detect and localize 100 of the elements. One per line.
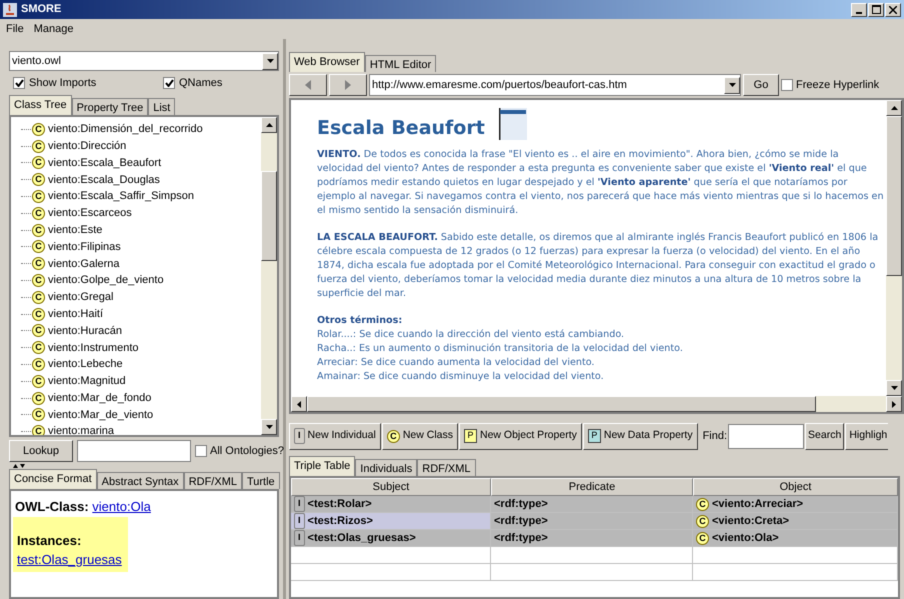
search-button[interactable]: Search	[805, 422, 844, 450]
empty-table-cell[interactable]	[693, 547, 898, 564]
property-icon: P	[464, 429, 477, 443]
term-definition: Rolar....: Se dice cuando la dirección del viento está cambiando.	[317, 328, 626, 342]
splitter-arrows-icon[interactable]	[13, 464, 25, 468]
lookup-field[interactable]	[77, 440, 191, 462]
table-cell-text: <viento:Arreciar>	[712, 496, 804, 512]
individual-icon: I	[294, 513, 305, 529]
tab[interactable]: Web Browser	[289, 52, 365, 72]
tree-item[interactable]: viento:Galerna	[48, 256, 120, 272]
tab[interactable]: Concise Format	[9, 469, 97, 489]
column-header[interactable]: Predicate	[491, 478, 693, 496]
tree-item[interactable]: viento:Este	[48, 222, 102, 238]
class-icon: C	[32, 257, 45, 270]
vertical-scrollbar[interactable]	[261, 117, 277, 435]
empty-table-cell[interactable]	[693, 564, 898, 581]
minimize-button[interactable]	[851, 2, 867, 16]
class-link[interactable]: viento:Ola	[92, 499, 151, 514]
tree-item[interactable]: viento:Escala_Saffir_Simpson	[48, 188, 194, 205]
empty-table-cell[interactable]	[291, 564, 491, 581]
close-button[interactable]	[885, 2, 901, 16]
terms-heading: Otros términos:	[317, 314, 404, 328]
find-label: Find:	[702, 428, 728, 444]
table-row[interactable]: I <test:Rizos> <rdf:type> C <viento:Creta>	[291, 513, 898, 530]
checkbox[interactable]	[195, 445, 207, 457]
tab[interactable]: RDF/XML	[417, 459, 476, 476]
class-icon: C	[696, 532, 709, 544]
empty-table-cell[interactable]	[491, 564, 693, 581]
tree-item[interactable]: viento:Magnitud	[48, 373, 126, 390]
scroll-down-icon	[890, 386, 898, 390]
horizontal-scrollbar[interactable]	[291, 396, 902, 412]
paragraph: LA ESCALA BEAUFORT. Sabido este detalle, os diremos que al almirante inglés Francis Beaufort publicó en 1806 la célebre escala compuesta de 12 grados (o 12 fuerzas) para expresar la fuerza (o velocidad) del viento. En el año 1874, dicha escala fue adoptada por el Comité Meteorológico Internacional. Para conseguir con exactitud el grado o fuerza del viento, deberíamos tomar la velocidad media durante diez minutos a una altura de 10 metros sobre la superficie del mar.	[317, 231, 880, 301]
tab[interactable]: Abstract Syntax	[96, 472, 184, 489]
highlight-button[interactable]: Highligh	[845, 422, 888, 450]
empty-table-cell[interactable]	[491, 547, 693, 564]
vertical-scrollbar[interactable]	[886, 100, 902, 396]
class-icon: C	[696, 514, 709, 528]
tree-item[interactable]: viento:Gregal	[48, 289, 114, 306]
class-icon: C	[32, 324, 45, 338]
tree-item[interactable]: viento:marina	[48, 423, 114, 435]
column-header[interactable]: Object	[693, 478, 898, 496]
individual-icon: I	[294, 496, 305, 512]
new-individual-button[interactable]: I New Individual	[289, 422, 381, 450]
scroll-up-icon	[266, 123, 272, 127]
tree-item[interactable]: viento:Huracán	[48, 322, 122, 340]
table-cell-text: <rdf:type>	[494, 514, 548, 529]
table-row[interactable]: I <test:Olas_gruesas> <rdf:type> C <viento:Ola>	[291, 530, 898, 547]
table-cell-text: <test:Olas_gruesas>	[308, 530, 416, 546]
maximize-button[interactable]	[868, 2, 884, 16]
tree-item[interactable]: viento:Mar_de_viento	[48, 406, 154, 424]
tab[interactable]: HTML Editor	[364, 55, 436, 72]
tree-item[interactable]: viento:Dirección	[48, 138, 126, 154]
tab[interactable]: Turtle	[242, 472, 280, 489]
forward-button[interactable]	[329, 74, 367, 96]
instances-label: Instances:	[17, 532, 82, 550]
lookup-button[interactable]: Lookup	[9, 440, 73, 462]
new-class-button[interactable]: C New Class	[382, 422, 458, 450]
back-button[interactable]	[289, 74, 327, 96]
tab[interactable]: Triple Table	[289, 456, 356, 476]
tab[interactable]: Class Tree	[9, 95, 72, 115]
empty-table-cell[interactable]	[291, 547, 491, 564]
table-row[interactable]: I <test:Rolar> <rdf:type> C <viento:Arreciar>	[291, 496, 898, 513]
new-data-property-button[interactable]: P New Data Property	[582, 422, 698, 450]
checkbox[interactable]	[13, 77, 25, 89]
class-icon: C	[32, 190, 45, 204]
column-header[interactable]: Subject	[291, 478, 491, 496]
tree-item[interactable]: viento:Dimensión_del_recorrido	[48, 121, 203, 138]
tree-item[interactable]: viento:Haití	[48, 306, 104, 322]
ontology-dropdown[interactable]: viento.owl	[9, 51, 279, 71]
ontology-value: viento.owl	[12, 54, 62, 69]
app-icon	[3, 2, 17, 16]
tree-item[interactable]: viento:Escala_Beaufort	[48, 154, 162, 172]
go-button[interactable]: Go	[743, 74, 779, 96]
tab[interactable]: Property Tree	[72, 98, 148, 115]
find-field[interactable]	[728, 424, 804, 448]
menu-item[interactable]: Manage	[34, 20, 74, 38]
term-definition: Racha..: Es un aumento o disminución transitoria de la velocidad del viento.	[317, 342, 684, 356]
tab[interactable]: Individuals	[355, 459, 418, 476]
tree-item[interactable]: viento:Instrumento	[48, 340, 138, 356]
table-cell-text: <rdf:type>	[494, 530, 548, 546]
tree-item[interactable]: viento:Mar_de_fondo	[48, 390, 152, 406]
new-object-property-button[interactable]: P New Object Property	[459, 422, 582, 450]
tree-item[interactable]: viento:Lebeche	[48, 356, 123, 373]
tree-item[interactable]: viento:Escarceos	[48, 205, 132, 222]
url-field[interactable]: http://www.emaresme.com/puertos/beaufort-cas.htm	[369, 74, 741, 96]
class-icon: C	[32, 341, 45, 354]
instance-link[interactable]: test:Olas_gruesas	[17, 550, 122, 570]
class-icon: C	[32, 240, 45, 254]
page-title: Escala Beaufort	[317, 116, 485, 140]
checkbox[interactable]	[163, 77, 175, 89]
menu-item[interactable]: File	[6, 20, 24, 38]
table-cell-text: <viento:Creta>	[712, 514, 790, 529]
tree-item[interactable]: viento:Escala_Douglas	[48, 172, 160, 188]
tree-item[interactable]: viento:Golpe_de_viento	[48, 272, 164, 289]
checkbox[interactable]	[781, 79, 793, 91]
scroll-down-icon	[266, 425, 272, 429]
tab[interactable]: RDF/XML	[184, 472, 242, 489]
tab[interactable]: List	[148, 98, 176, 115]
checkbox-label: QNames	[179, 76, 222, 91]
tree-item[interactable]: viento:Filipinas	[48, 238, 121, 256]
